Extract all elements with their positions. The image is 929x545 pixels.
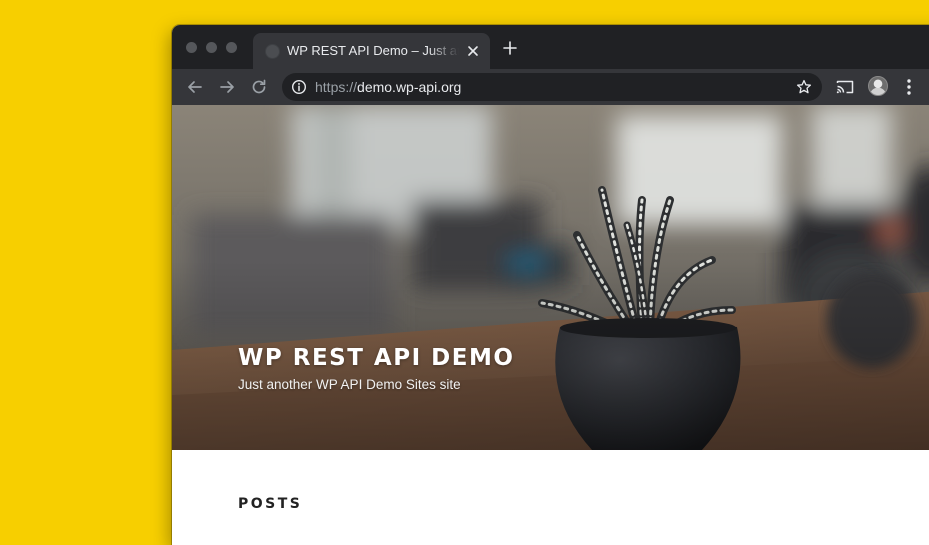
site-title[interactable]: WP REST API DEMO [238, 344, 514, 372]
star-icon[interactable] [796, 79, 812, 95]
site-tagline: Just another WP API Demo Sites site [238, 377, 461, 392]
forward-arrow-icon[interactable] [217, 77, 237, 97]
header-hero-image: WP REST API DEMO Just another WP API Dem… [172, 105, 929, 450]
plus-icon[interactable] [502, 40, 518, 56]
tab-strip: WP REST API Demo – Just another WP API D… [172, 25, 929, 69]
active-tab[interactable]: WP REST API Demo – Just another WP API D… [253, 33, 490, 69]
tab-title: WP REST API Demo – Just another WP API D… [287, 43, 459, 58]
browser-toolbar: https://demo.wp-api.org [172, 69, 929, 105]
posts-section-heading: POSTS [238, 496, 303, 512]
cast-icon[interactable] [836, 79, 854, 95]
close-icon[interactable] [464, 42, 482, 60]
avatar[interactable] [868, 76, 888, 96]
plant-photo [172, 105, 929, 450]
window-minimize-dot[interactable] [206, 42, 217, 53]
url-text: https://demo.wp-api.org [315, 79, 462, 95]
browser-window: WP REST API Demo – Just another WP API D… [172, 25, 929, 545]
back-arrow-icon[interactable] [185, 77, 205, 97]
reload-icon[interactable] [249, 77, 269, 97]
window-close-dot[interactable] [186, 42, 197, 53]
info-icon[interactable] [291, 79, 307, 95]
kebab-menu-icon[interactable] [904, 78, 914, 96]
window-zoom-dot[interactable] [226, 42, 237, 53]
globe-icon [265, 44, 280, 59]
address-bar[interactable]: https://demo.wp-api.org [282, 73, 822, 101]
